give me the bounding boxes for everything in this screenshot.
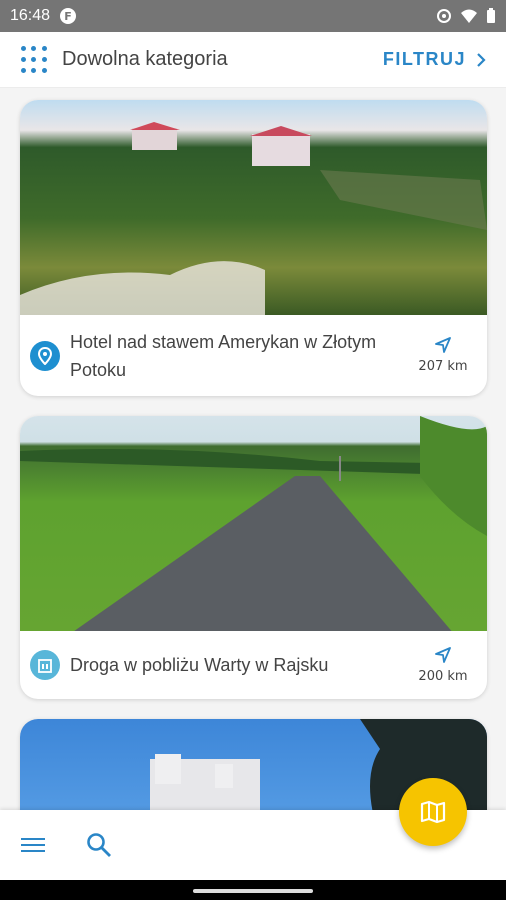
home-gesture-handle[interactable] [193,889,313,893]
place-list: Hotel nad stawem Amerykan w Złotym Potok… [20,100,487,859]
distance-value: 207 km [418,359,468,374]
data-saver-icon [437,9,451,23]
search-icon[interactable] [86,832,112,858]
distance-info[interactable]: 200 km [413,646,473,684]
app-notification-icon: F [60,8,77,24]
distance-info[interactable]: 207 km [413,337,473,374]
chevron-right-icon [477,52,486,67]
menu-icon[interactable] [20,835,46,855]
place-title: Hotel nad stawem Amerykan w Złotym Potok… [70,331,377,380]
place-photo [20,100,487,315]
battery-icon [487,8,495,23]
status-time: 16:48 [10,7,51,24]
filter-label: FILTRUJ [382,49,466,69]
navigation-arrow-icon [435,337,451,353]
building-icon [30,650,60,680]
category-selector[interactable]: Dowolna kategoria [62,48,228,71]
filter-button[interactable]: FILTRUJ [383,49,486,70]
place-card[interactable]: Droga w pobliżu Warty w Rajsku 200 km [20,416,487,699]
system-nav-bar [0,880,506,900]
wifi-icon [461,9,477,23]
top-app-bar: Dowolna kategoria FILTRUJ [0,32,506,88]
map-icon [420,800,446,824]
category-grid-icon[interactable] [20,46,48,74]
place-photo [20,416,487,631]
distance-value: 200 km [418,668,468,684]
place-title: Droga w pobliżu Warty w Rajsku [70,655,329,675]
location-pin-icon [30,340,60,371]
navigation-arrow-icon [435,646,451,663]
status-bar: 16:48 F [0,0,506,32]
map-fab-button[interactable] [399,778,467,846]
place-card[interactable]: Hotel nad stawem Amerykan w Złotym Potok… [20,100,487,396]
